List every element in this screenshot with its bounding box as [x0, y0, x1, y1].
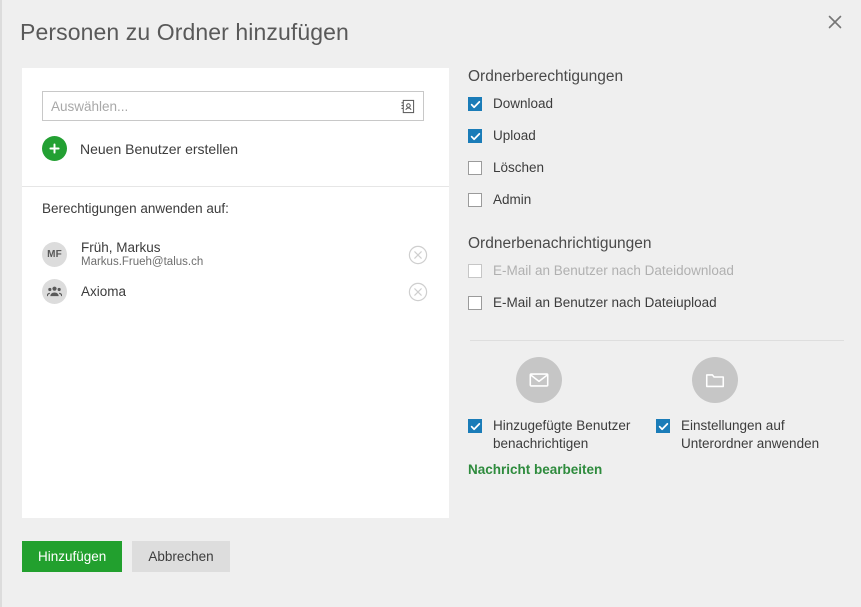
- create-user-button[interactable]: Neuen Benutzer erstellen: [42, 136, 238, 161]
- page-title: Personen zu Ordner hinzufügen: [20, 19, 349, 45]
- add-people-dialog: Personen zu Ordner hinzufügen Auswählen.…: [0, 0, 861, 607]
- notify-download-label: E-Mail an Benutzer nach Dateidownload: [493, 263, 734, 278]
- person-name: Früh, Markus: [81, 239, 161, 255]
- list-item: MF Früh, Markus Markus.Frueh@talus.ch: [22, 236, 449, 273]
- notify-download: E-Mail an Benutzer nach Dateidownload: [468, 262, 846, 294]
- create-user-label: Neuen Benutzer erstellen: [80, 140, 238, 157]
- apply-permissions-label: Berechtigungen anwenden auf:: [42, 201, 229, 216]
- dialog-footer: Hinzufügen Abbrechen: [22, 541, 230, 572]
- apply-subfolders-row[interactable]: Einstellungen auf Unterordner anwenden: [656, 417, 826, 453]
- checkbox-upload[interactable]: [468, 129, 482, 143]
- permission-upload[interactable]: Upload: [468, 127, 846, 159]
- permission-delete[interactable]: Löschen: [468, 159, 846, 191]
- edit-message-link[interactable]: Nachricht bearbeiten: [468, 462, 602, 477]
- permission-admin-label: Admin: [493, 192, 532, 207]
- group-avatar-icon: [42, 279, 67, 304]
- group-name: Axioma: [81, 284, 127, 299]
- avatar: MF: [42, 242, 67, 267]
- permission-upload-label: Upload: [493, 128, 536, 143]
- people-panel: Neuen Benutzer erstellen Berechtigungen …: [22, 68, 449, 518]
- permissions-title: Ordnerberechtigungen: [468, 68, 624, 85]
- checkbox-notify-added-users[interactable]: [468, 419, 482, 433]
- checkbox-admin[interactable]: [468, 193, 482, 207]
- checkbox-apply-subfolders[interactable]: [656, 419, 670, 433]
- checkbox-notify-download: [468, 264, 482, 278]
- person-text: Axioma: [81, 284, 407, 299]
- remove-circle-icon[interactable]: [407, 281, 429, 303]
- selected-people-list: MF Früh, Markus Markus.Frueh@talus.ch Ax…: [22, 236, 449, 310]
- checkbox-notify-upload[interactable]: [468, 296, 482, 310]
- close-icon[interactable]: [819, 6, 851, 38]
- permission-delete-label: Löschen: [493, 160, 545, 175]
- person-email: Markus.Frueh@talus.ch: [81, 255, 204, 268]
- notify-added-users-label: Hinzugefügte Benutzer benachrichtigen: [493, 418, 631, 451]
- notify-upload-label: E-Mail an Benutzer nach Dateiupload: [493, 295, 717, 310]
- add-button[interactable]: Hinzufügen: [22, 541, 123, 572]
- permission-download[interactable]: Download: [468, 95, 846, 127]
- folder-icon[interactable]: [692, 357, 738, 403]
- notify-added-users-row[interactable]: Hinzugefügte Benutzer benachrichtigen: [468, 417, 638, 453]
- checkbox-delete[interactable]: [468, 161, 482, 175]
- settings-panel: Ordnerberechtigungen Download Upload Lös…: [468, 68, 846, 477]
- list-item: Axioma: [22, 273, 449, 310]
- address-book-icon[interactable]: [394, 93, 420, 119]
- checkbox-download[interactable]: [468, 97, 482, 111]
- apply-subfolders-label: Einstellungen auf Unterordner anwenden: [681, 418, 820, 451]
- notifications-title: Ordnerbenachrichtigungen: [468, 235, 652, 252]
- notify-upload[interactable]: E-Mail an Benutzer nach Dateiupload: [468, 294, 846, 326]
- plus-icon: [42, 136, 67, 161]
- remove-circle-icon[interactable]: [407, 244, 429, 266]
- permission-download-label: Download: [493, 96, 554, 111]
- search-input[interactable]: [43, 93, 394, 119]
- mail-icon[interactable]: [516, 357, 562, 403]
- notify-users-option: Hinzugefügte Benutzer benachrichtigen Na…: [468, 357, 656, 477]
- permission-admin[interactable]: Admin: [468, 191, 846, 223]
- apply-subfolders-option: Einstellungen auf Unterordner anwenden: [656, 357, 844, 477]
- options-row: Hinzugefügte Benutzer benachrichtigen Na…: [468, 357, 846, 477]
- person-text: Früh, Markus Markus.Frueh@talus.ch: [81, 240, 407, 270]
- divider: [470, 340, 844, 341]
- select-people-field[interactable]: [42, 91, 424, 121]
- cancel-button[interactable]: Abbrechen: [132, 541, 230, 572]
- people-picker-area: Neuen Benutzer erstellen: [22, 68, 449, 187]
